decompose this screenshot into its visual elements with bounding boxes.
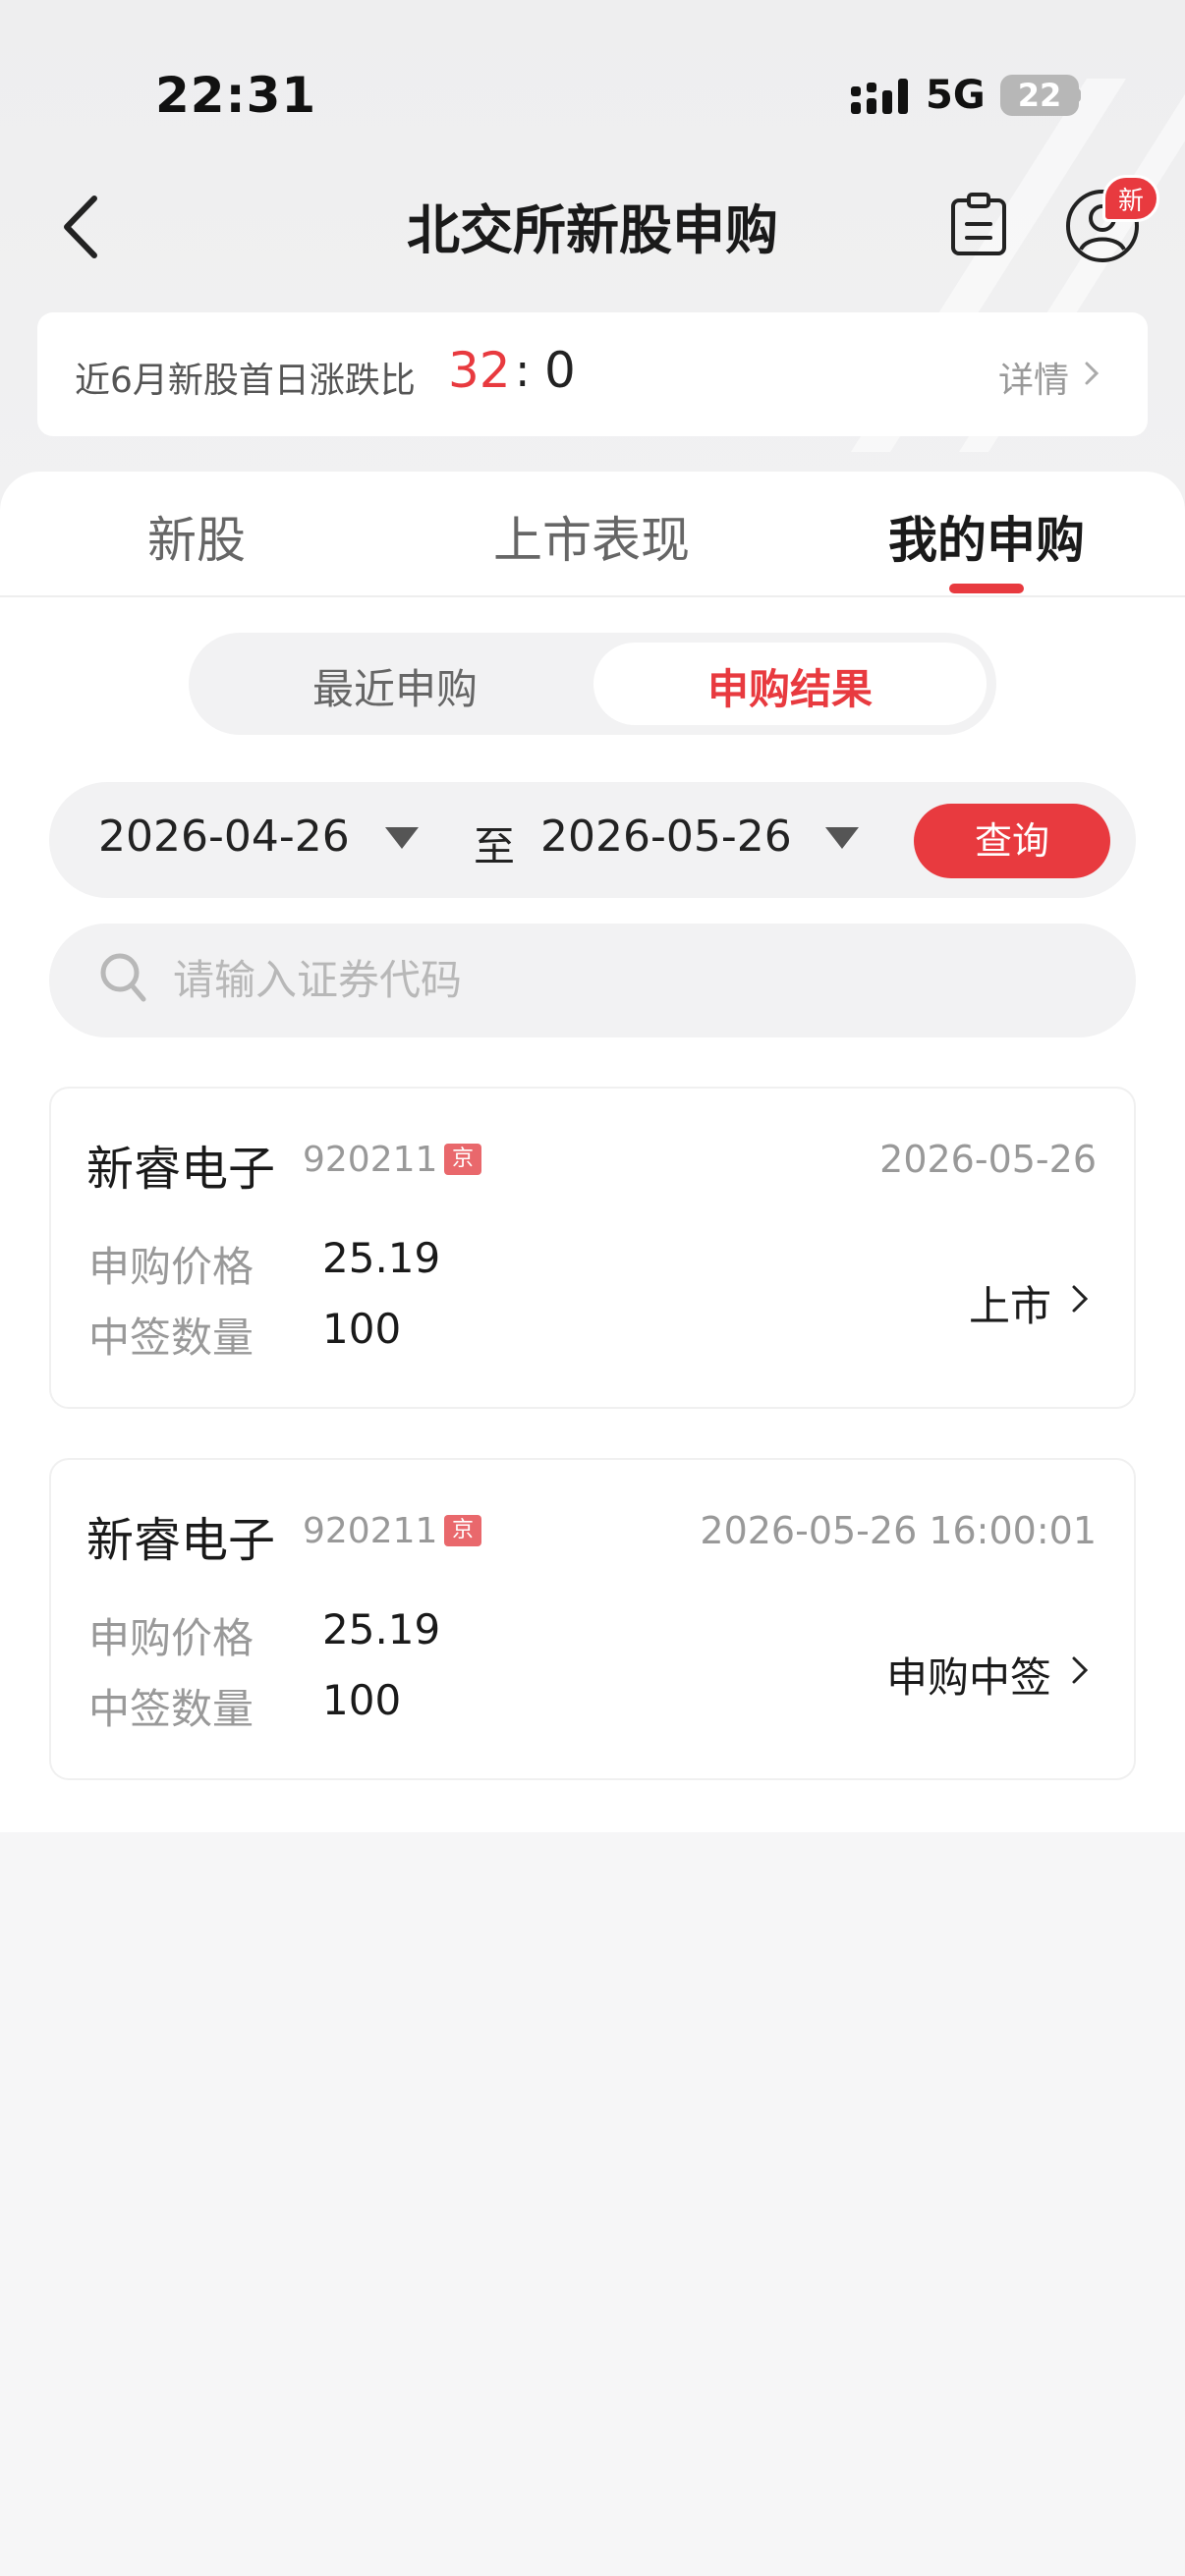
page-title: 北交所新股申购: [407, 199, 778, 261]
status-time: 22:31: [155, 67, 317, 124]
subscription-date: 2026-05-26: [879, 1138, 1097, 1181]
tab-listing-performance[interactable]: 上市表现: [444, 501, 739, 572]
new-badge: 新: [1102, 175, 1159, 222]
tab-new-stocks[interactable]: 新股: [49, 501, 344, 572]
price-label: 申购价格: [88, 1243, 254, 1291]
chevron-right-icon: [1072, 1285, 1089, 1313]
ratio-separator: :: [515, 344, 531, 397]
price-value: 25.19: [322, 1234, 441, 1282]
detail-link[interactable]: 详情: [998, 352, 1069, 403]
status-link[interactable]: 上市: [747, 1273, 1051, 1333]
quantity-label: 中签数量: [88, 1685, 254, 1733]
back-arrow-icon[interactable]: [57, 193, 106, 261]
network-type: 5G: [926, 73, 986, 118]
signal-icon: [851, 79, 908, 114]
quantity-value: 100: [322, 1305, 402, 1353]
stock-code: 920211: [303, 1511, 438, 1551]
search-icon: [100, 953, 146, 1002]
segment-recent[interactable]: 最近申购: [198, 656, 592, 716]
active-tab-indicator: [949, 584, 1024, 593]
market-tag: 京: [444, 1144, 481, 1175]
price-label: 申购价格: [88, 1614, 254, 1662]
range-to-label: 至: [474, 822, 516, 870]
tab-divider: [0, 595, 1185, 597]
battery-level: 22: [1017, 77, 1062, 114]
tab-my-subscriptions[interactable]: 我的申购: [839, 501, 1134, 572]
caret-down-icon[interactable]: [825, 827, 859, 849]
quantity-value: 100: [322, 1676, 402, 1724]
clipboard-icon[interactable]: [947, 193, 1010, 257]
stock-name: 新睿电子: [86, 1513, 276, 1568]
end-date-select[interactable]: 2026-05-26: [540, 812, 792, 862]
market-tag: 京: [444, 1515, 481, 1546]
ratio-label: 近6月新股首日涨跌比: [75, 361, 416, 401]
caret-down-icon[interactable]: [385, 827, 419, 849]
price-value: 25.19: [322, 1605, 441, 1653]
status-link[interactable]: 申购中签: [747, 1645, 1051, 1705]
search-input[interactable]: [173, 945, 1057, 1014]
start-date-select[interactable]: 2026-04-26: [98, 812, 350, 862]
query-button[interactable]: 查询: [914, 804, 1110, 878]
quantity-label: 中签数量: [88, 1314, 254, 1362]
ratio-up-count: 32: [448, 342, 511, 399]
subscription-date: 2026-05-26 16:00:01: [700, 1509, 1097, 1552]
chevron-right-icon: [1085, 362, 1100, 385]
chevron-right-icon: [1072, 1656, 1089, 1684]
stock-code: 920211: [303, 1140, 438, 1180]
segment-results[interactable]: 申购结果: [593, 656, 987, 716]
ratio-down-count: 0: [544, 342, 576, 399]
stock-name: 新睿电子: [86, 1142, 276, 1197]
